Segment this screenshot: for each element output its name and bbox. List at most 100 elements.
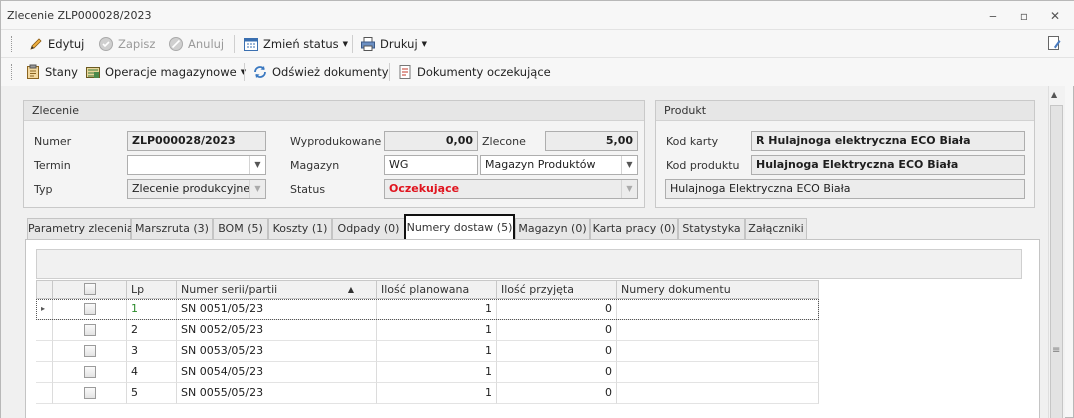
card-code-field: R Hulajnoga elektryczna ECO Biała: [751, 131, 1025, 151]
restore-icon[interactable]: ▫: [1014, 7, 1034, 25]
cell-planned[interactable]: 1: [377, 341, 497, 362]
minimize-icon[interactable]: ‒: [983, 7, 1003, 25]
term-date-field[interactable]: ▼: [127, 155, 266, 175]
tab-bom[interactable]: BOM (5): [213, 218, 268, 239]
row-checkbox-cell[interactable]: [53, 362, 127, 383]
row-focus-indicator: ▸: [36, 299, 53, 320]
row-checkbox[interactable]: [83, 324, 96, 336]
tab-routing[interactable]: Marszruta (3): [131, 218, 213, 239]
row-checkbox[interactable]: [83, 387, 96, 399]
row-checkbox-cell[interactable]: [53, 320, 127, 341]
term-label: Termin: [34, 159, 71, 172]
calendar-icon: [243, 36, 259, 52]
cell-planned[interactable]: 1: [377, 320, 497, 341]
warehouse-icon: [85, 64, 101, 80]
cell-serial[interactable]: SN 0052/05/23: [177, 320, 377, 341]
cell-planned[interactable]: 1: [377, 383, 497, 404]
window-title: Zlecenie ZLP000028/2023: [7, 9, 152, 22]
cell-lp[interactable]: 1: [127, 299, 177, 320]
select-all-checkbox[interactable]: [83, 283, 96, 295]
table-row[interactable]: 2 SN 0052/05/23 1 0: [36, 320, 819, 341]
cell-serial[interactable]: SN 0054/05/23: [177, 362, 377, 383]
select-all-header[interactable]: [53, 280, 127, 299]
change-status-button[interactable]: Zmień status ▼: [243, 35, 348, 53]
cell-received[interactable]: 0: [497, 320, 617, 341]
tab-attachments[interactable]: Załączniki: [745, 218, 807, 239]
tab-warehouse[interactable]: Magazyn (0): [515, 218, 590, 239]
cell-lp[interactable]: 2: [127, 320, 177, 341]
column-header-received[interactable]: Ilość przyjęta: [497, 280, 617, 299]
table-row[interactable]: ▸ 1 SN 0051/05/23 1 0: [36, 299, 819, 320]
print-button[interactable]: Drukuj ▼: [360, 35, 427, 53]
table-row[interactable]: 5 SN 0055/05/23 1 0: [36, 383, 819, 404]
tab-costs[interactable]: Koszty (1): [268, 218, 332, 239]
cell-lp[interactable]: 5: [127, 383, 177, 404]
toolbar-grip[interactable]: [11, 64, 14, 80]
grid-group-panel: [36, 249, 1022, 279]
cell-lp[interactable]: 3: [127, 341, 177, 362]
status-select: Oczekujące ▼: [384, 179, 638, 199]
column-header-planned[interactable]: Ilość planowana: [377, 280, 497, 299]
cell-planned[interactable]: 1: [377, 299, 497, 320]
clipboard-icon: [25, 64, 41, 80]
warehouse-name-select[interactable]: Magazyn Produktów ▼: [480, 155, 638, 175]
cell-received[interactable]: 0: [497, 341, 617, 362]
row-checkbox-cell[interactable]: [53, 299, 127, 320]
chevron-down-icon[interactable]: ▼: [249, 156, 265, 174]
row-checkbox-cell[interactable]: [53, 383, 127, 404]
scroll-grip-icon: ≡: [1052, 345, 1061, 356]
table-row[interactable]: 4 SN 0054/05/23 1 0: [36, 362, 819, 383]
cell-received[interactable]: 0: [497, 362, 617, 383]
row-checkbox[interactable]: [83, 345, 96, 357]
cell-serial[interactable]: SN 0055/05/23: [177, 383, 377, 404]
scrollbar-thumb[interactable]: [1050, 105, 1063, 418]
window: Zlecenie ZLP000028/2023 ‒ ▫ ✕ Edytuj Zap…: [0, 0, 1074, 418]
column-header-lp[interactable]: Lp: [127, 280, 177, 299]
cancel-button[interactable]: Anuluj: [168, 35, 224, 53]
cell-serial[interactable]: SN 0051/05/23: [177, 299, 377, 320]
produced-label: Wyprodukowane: [290, 135, 382, 148]
cell-documents[interactable]: [617, 320, 819, 341]
column-header-documents[interactable]: Numery dokumentu: [617, 280, 819, 299]
refresh-documents-button[interactable]: Odśwież dokumenty: [252, 63, 389, 81]
cell-documents[interactable]: [617, 362, 819, 383]
edit-button[interactable]: Edytuj: [28, 35, 84, 53]
cell-planned[interactable]: 1: [377, 362, 497, 383]
warehouse-operations-button[interactable]: Operacje magazynowe ▼: [85, 63, 246, 81]
product-code-label: Kod produktu: [666, 159, 740, 172]
tab-waste[interactable]: Odpady (0): [332, 218, 405, 239]
pending-documents-button[interactable]: Dokumenty oczekujące: [397, 63, 551, 81]
secondary-toolbar: Stany Operacje magazynowe ▼ Odśwież doku…: [1, 57, 1074, 86]
number-field: ZLP000028/2023: [127, 131, 266, 151]
type-select: Zlecenie produkcyjne ▼: [127, 179, 266, 199]
row-checkbox[interactable]: [83, 303, 96, 315]
tab-work-card[interactable]: Karta pracy (0): [590, 218, 678, 239]
cell-documents[interactable]: [617, 341, 819, 362]
tab-order-parameters[interactable]: Parametry zlecenia: [27, 218, 134, 239]
cell-received[interactable]: 0: [497, 299, 617, 320]
help-doc-icon[interactable]: [1046, 35, 1062, 51]
row-checkbox-cell[interactable]: [53, 341, 127, 362]
scroll-up-icon[interactable]: ▲: [1051, 90, 1057, 99]
toolbar-grip[interactable]: [11, 36, 14, 52]
chevron-down-icon: ▼: [621, 180, 637, 198]
close-icon[interactable]: ✕: [1045, 7, 1065, 25]
cell-lp[interactable]: 4: [127, 362, 177, 383]
table-row[interactable]: 3 SN 0053/05/23 1 0: [36, 341, 819, 362]
column-header-serial[interactable]: Numer serii/partii ▲: [177, 280, 377, 299]
row-checkbox[interactable]: [83, 366, 96, 378]
chevron-down-icon[interactable]: ▼: [621, 156, 637, 174]
tab-statistics[interactable]: Statystyka: [678, 218, 745, 239]
cell-documents[interactable]: [617, 383, 819, 404]
row-indicator: [36, 383, 53, 404]
type-label: Typ: [34, 183, 53, 196]
warehouse-label: Magazyn: [290, 159, 340, 172]
cell-serial[interactable]: SN 0053/05/23: [177, 341, 377, 362]
cell-documents[interactable]: [617, 299, 819, 320]
warehouse-code-field[interactable]: WG: [384, 155, 478, 175]
cell-received[interactable]: 0: [497, 383, 617, 404]
tab-delivery-numbers[interactable]: Numery dostaw (5): [404, 214, 515, 241]
save-button[interactable]: Zapisz: [98, 35, 155, 53]
states-button[interactable]: Stany: [25, 63, 78, 81]
product-description-field: Hulajnoga Elektryczna ECO Biała: [665, 179, 1025, 199]
